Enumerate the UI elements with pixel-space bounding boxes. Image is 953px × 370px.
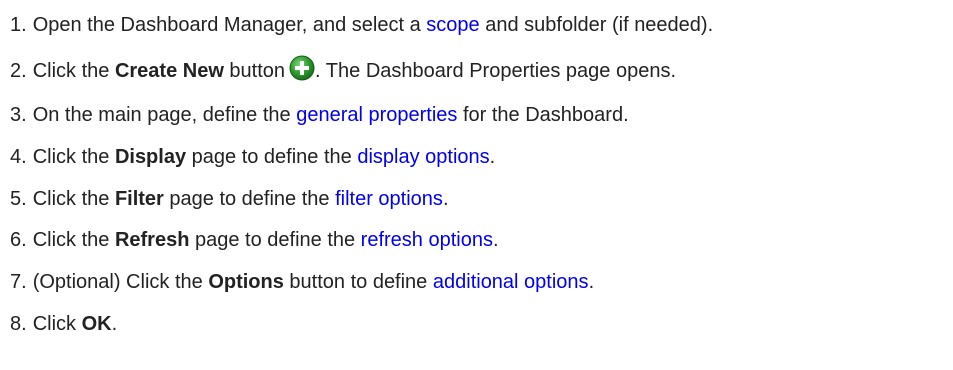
step-text: page to define the [163, 188, 336, 210]
step-text: . [489, 146, 496, 168]
step-text: (Optional) Click the [32, 271, 209, 293]
step-3: 3. On the main page, define the general p… [10, 100, 629, 130]
step-text: page to define the [186, 146, 358, 168]
step-text: Click the [32, 60, 115, 82]
step-text: page to define the [189, 229, 361, 251]
step-4: 4. Click the Display page to define the d… [10, 142, 495, 172]
step-text: for the Dashboard. [457, 104, 629, 126]
step-number: 8. [10, 313, 27, 335]
step-text: . [492, 229, 499, 251]
step-number: 2. [10, 60, 27, 82]
step-text: Click the [32, 188, 115, 210]
create-new-label: Create New [114, 60, 224, 82]
step-text: Click [32, 313, 82, 335]
step-text: . [442, 188, 449, 210]
instruction-steps: 1. Open the Dashboard Manager, and select… [0, 0, 953, 370]
step-number: 4. [10, 146, 27, 168]
step-number: 5. [10, 188, 27, 210]
scope-link[interactable]: scope [426, 14, 479, 36]
step-text: and subfolder (if needed). [479, 14, 714, 36]
step-1: 1. Open the Dashboard Manager, and select… [10, 10, 713, 40]
step-text: . [588, 271, 595, 293]
step-text: . The Dashboard Properties page opens. [315, 60, 677, 82]
refresh-label: Refresh [114, 229, 190, 251]
step-5: 5. Click the Filter page to define the fi… [10, 184, 449, 214]
display-options-link[interactable]: display options [357, 146, 489, 168]
general-properties-link[interactable]: general properties [296, 104, 457, 126]
refresh-options-link[interactable]: refresh options [361, 229, 493, 251]
step-number: 6. [10, 229, 27, 251]
step-text: button [223, 60, 286, 82]
step-text: Click the [32, 146, 115, 168]
step-number: 3. [10, 104, 27, 126]
additional-options-link[interactable]: additional options [433, 271, 589, 293]
step-text: . [111, 313, 118, 335]
ok-label: OK [81, 313, 112, 335]
step-text: Click the [32, 229, 115, 251]
step-number: 7. [10, 271, 27, 293]
step-text: button to define [283, 271, 433, 293]
step-text: On the main page, define the [32, 104, 297, 126]
add-icon [289, 55, 315, 81]
step-7: 7. (Optional) Click the Options button to… [10, 267, 594, 297]
filter-label: Filter [114, 188, 164, 210]
step-2: 2. Click the Create New button . The Dashb… [10, 55, 676, 85]
step-number: 1. [10, 14, 27, 36]
display-label: Display [114, 146, 187, 168]
options-label: Options [208, 271, 284, 293]
step-8: 8. Click OK. [10, 309, 117, 339]
step-text: Open the Dashboard Manager, and select a [32, 14, 427, 36]
step-6: 6. Click the Refresh page to define the r… [10, 225, 499, 255]
filter-options-link[interactable]: filter options [335, 188, 443, 210]
